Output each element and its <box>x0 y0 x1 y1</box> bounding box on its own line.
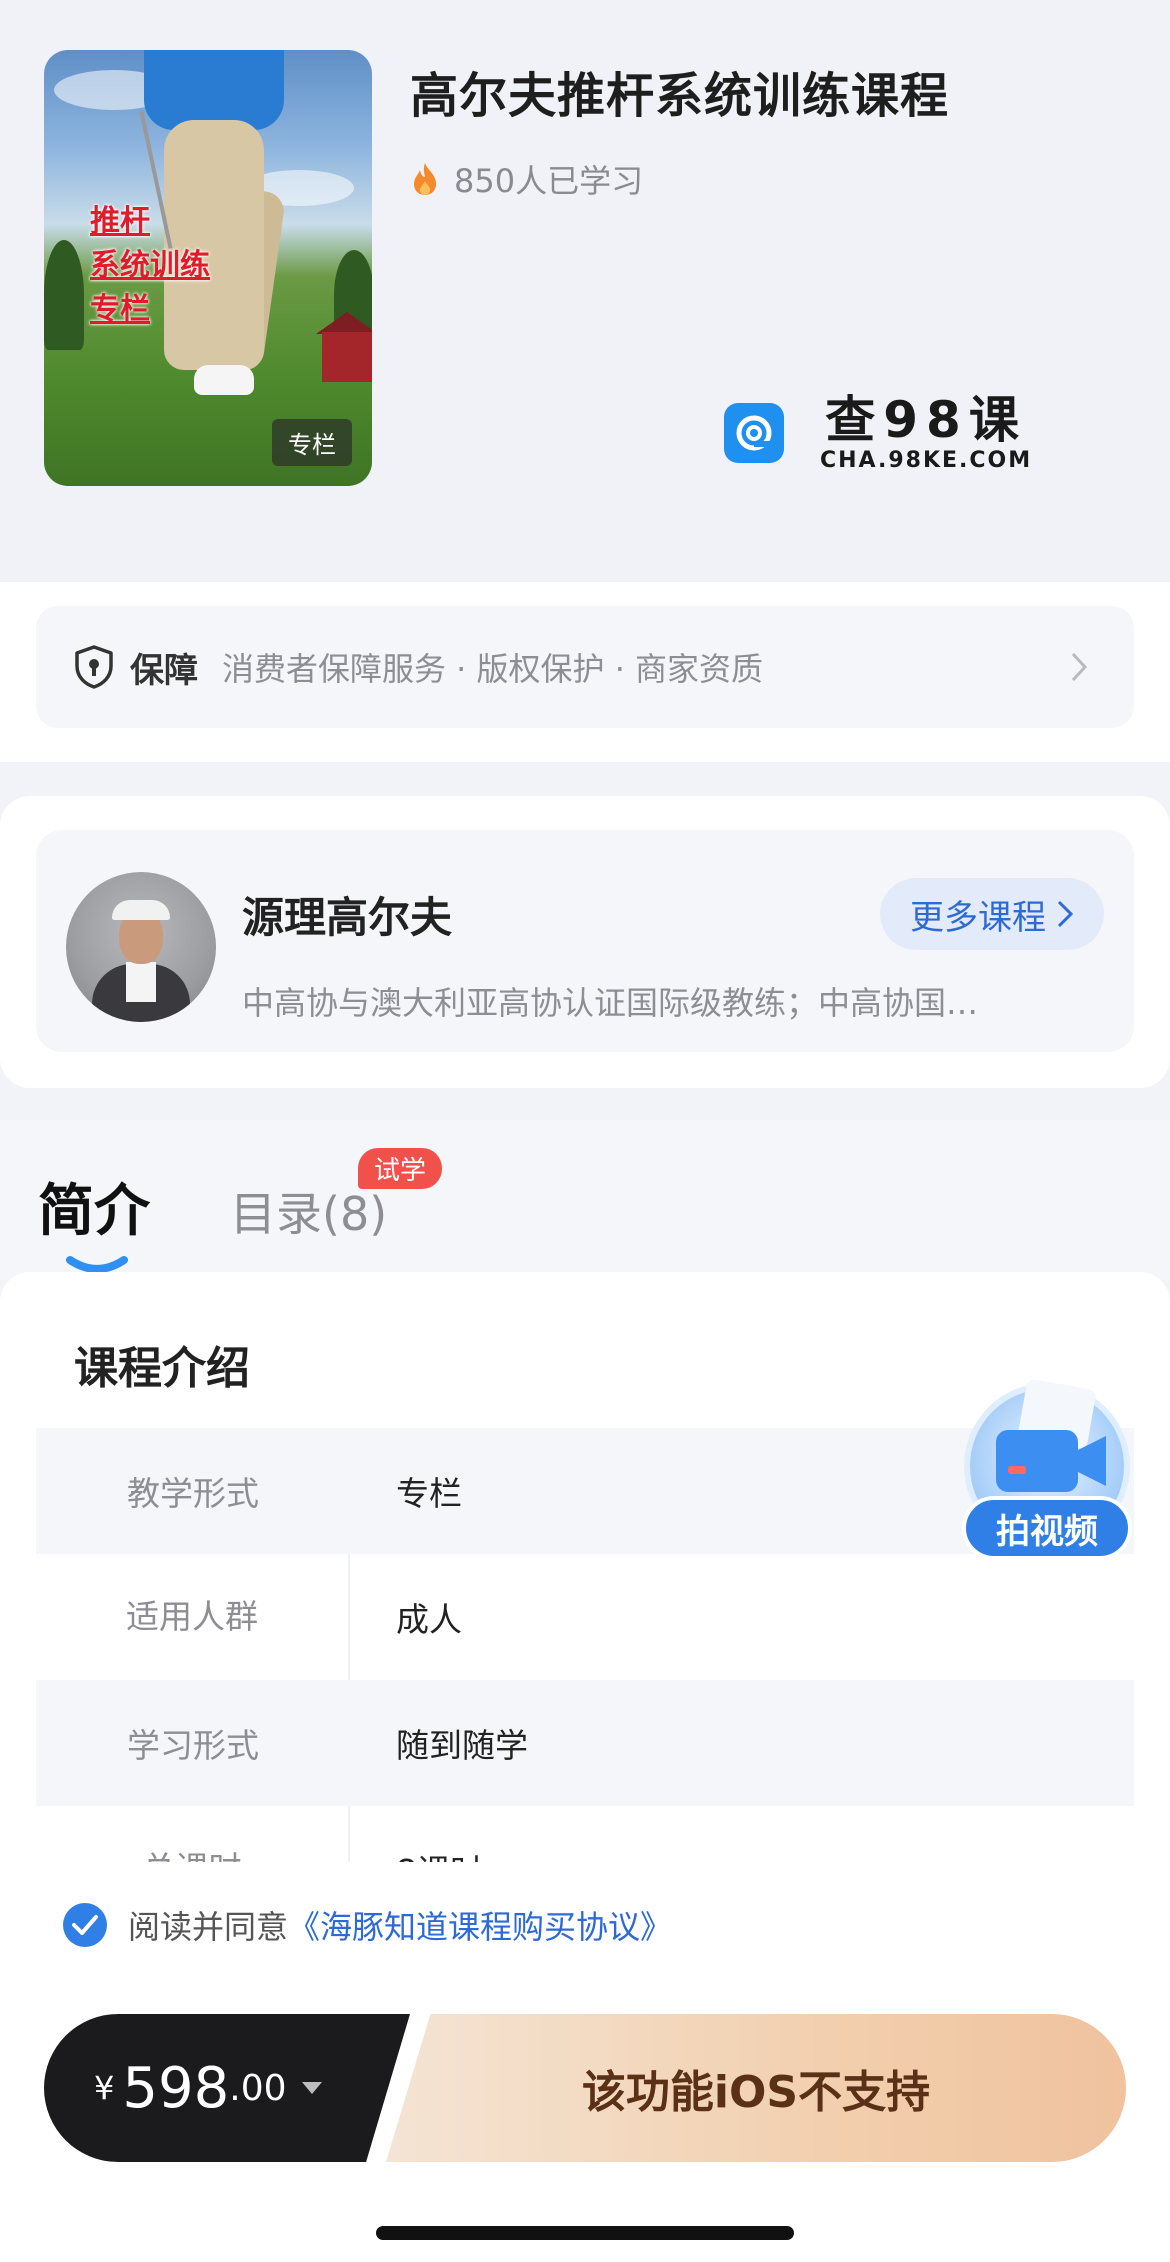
guarantee-label: 保障 <box>130 650 198 691</box>
course-header: 推杆 系统训练 专栏 专栏 高尔夫推杆系统训练课程 850人已学习 查98课 C… <box>0 0 1170 582</box>
price-decimal: .00 <box>229 2067 287 2109</box>
table-value: 成人 <box>396 1600 462 1639</box>
agreement-row: 阅读并同意 《海豚知道课程购买协议》 <box>62 1902 672 1948</box>
chevron-right-icon <box>1057 900 1074 928</box>
teacher-name: 源理高尔夫 <box>242 893 453 942</box>
flame-icon <box>414 163 436 195</box>
teacher-avatar[interactable] <box>66 872 216 1022</box>
course-cover-image[interactable]: 推杆 系统训练 专栏 专栏 <box>44 50 372 486</box>
shoot-video-float-button[interactable]: 拍视频 <box>956 1374 1138 1570</box>
cover-barn <box>322 332 372 382</box>
checkbox-checked-icon[interactable] <box>62 1902 108 1948</box>
more-courses-label: 更多课程 <box>910 897 1046 938</box>
price-selector-button[interactable]: ¥ 598 .00 <box>44 2014 410 2162</box>
teacher-description: 中高协与澳大利亚高协认证国际级教练；中高协国… <box>242 984 979 1022</box>
caret-down-icon <box>301 2082 322 2094</box>
guarantee-section: 保障 消费者保障服务 · 版权保护 · 商家资质 <box>0 582 1170 762</box>
guarantee-bar[interactable]: 保障 消费者保障服务 · 版权保护 · 商家资质 <box>36 606 1134 728</box>
price-currency: ¥ <box>94 2069 115 2107</box>
price-integer: 598 <box>122 2055 230 2121</box>
course-intro-section: 课程介绍 教学形式 专栏 适用人群 成人 学习形式 随到随学 总课时 8课时 <box>0 1272 1170 1912</box>
cover-title-line: 系统训练 <box>90 248 210 283</box>
guarantee-text: 消费者保障服务 · 版权保护 · 商家资质 <box>222 650 764 688</box>
cover-barn-roof <box>316 312 372 334</box>
cover-title-line: 推杆 <box>90 204 150 239</box>
table-key: 适用人群 <box>36 1554 350 1680</box>
watermark: 查98课 CHA.98KE.COM <box>724 392 1032 473</box>
cover-type-badge: 专栏 <box>272 419 352 466</box>
learner-count: 850人已学习 <box>410 156 643 202</box>
watermark-logo-icon <box>724 402 784 463</box>
teacher-section: 源理高尔夫 中高协与澳大利亚高协认证国际级教练；中高协国… 更多课程 <box>0 796 1170 1088</box>
avatar-cap <box>112 900 170 920</box>
table-key: 学习形式 <box>127 1726 259 1765</box>
watermark-sub: CHA.98KE.COM <box>820 448 1033 473</box>
cover-golfer-shirt <box>144 50 284 130</box>
agreement-link[interactable]: 《海豚知道课程购买协议》 <box>288 1902 672 1948</box>
trial-badge: 试学 <box>358 1148 443 1189</box>
home-indicator <box>376 2226 794 2240</box>
table-row: 适用人群 成人 <box>36 1554 1134 1680</box>
table-key: 教学形式 <box>127 1474 259 1513</box>
cover-tree <box>44 240 84 350</box>
avatar-collar <box>126 962 156 1002</box>
buy-button[interactable]: 该功能iOS不支持 <box>386 2014 1126 2162</box>
agreement-text: 阅读并同意 <box>128 1908 289 1946</box>
shield-icon <box>75 645 113 689</box>
chevron-right-icon <box>1071 652 1088 682</box>
teacher-card[interactable]: 源理高尔夫 中高协与澳大利亚高协认证国际级教练；中高协国… 更多课程 <box>36 830 1134 1052</box>
tab-bar: 简介 目录(8) 试学 <box>0 1120 1170 1280</box>
table-value: 随到随学 <box>396 1726 528 1765</box>
learner-count-text: 850人已学习 <box>454 162 644 200</box>
tab-intro[interactable]: 简介 <box>38 1166 150 1247</box>
table-row: 学习形式 随到随学 <box>36 1680 1134 1806</box>
cover-golfer-shoe <box>194 365 254 395</box>
more-courses-button[interactable]: 更多课程 <box>880 878 1104 950</box>
cover-title-line: 专栏 <box>90 292 150 327</box>
cover-title: 推杆 系统训练 专栏 <box>90 200 210 332</box>
intro-heading: 课程介绍 <box>74 1343 250 1394</box>
watermark-main: 查98课 <box>825 391 1027 449</box>
shoot-video-label: 拍视频 <box>962 1496 1132 1560</box>
purchase-bar: 阅读并同意 《海豚知道课程购买协议》 ¥ 598 .00 该功能iOS不支持 <box>0 1862 1170 2262</box>
course-title: 高尔夫推杆系统训练课程 <box>410 68 950 124</box>
